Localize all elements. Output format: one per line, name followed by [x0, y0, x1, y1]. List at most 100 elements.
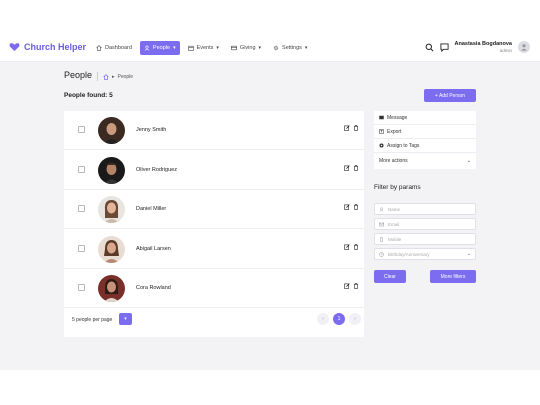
email-filter-input[interactable]: Email: [374, 218, 476, 230]
main-nav: Dashboard People ▾ Events ▾ Giving ▾ Set…: [92, 41, 311, 55]
nav-people[interactable]: People ▾: [139, 41, 180, 55]
edit-icon[interactable]: [344, 283, 350, 289]
clear-filters-button[interactable]: Clear: [374, 270, 406, 283]
clock-icon: [379, 251, 384, 257]
placeholder-text: Mobile: [388, 236, 402, 242]
trash-icon[interactable]: [353, 125, 359, 131]
gear-icon: [273, 45, 279, 51]
trash-icon[interactable]: [353, 164, 359, 171]
edit-icon[interactable]: [344, 204, 350, 210]
prev-page-button[interactable]: ‹: [317, 313, 329, 325]
row-checkbox[interactable]: [78, 205, 85, 212]
user-name: Anastasia Bogdanova: [454, 41, 512, 47]
table-row[interactable]: Jenny Smith: [64, 111, 364, 150]
person-name[interactable]: Oliver Rodriguez: [136, 167, 177, 173]
avatar: [98, 275, 125, 302]
nav-label: People: [152, 45, 171, 51]
chevron-down-icon: ⌄: [466, 251, 471, 257]
avatar: [98, 117, 125, 144]
person-name[interactable]: Daniel Miller: [136, 206, 166, 212]
person-name[interactable]: Cora Rowland: [136, 285, 171, 291]
nav-label: Dashboard: [105, 45, 132, 51]
row-actions: [344, 164, 359, 171]
mobile-filter-input[interactable]: Mobile: [374, 233, 476, 245]
home-icon: [96, 45, 102, 51]
message-icon: [379, 115, 384, 120]
nav-settings[interactable]: Settings ▾: [269, 41, 311, 55]
logo[interactable]: Church Helper: [9, 42, 86, 52]
top-right-area: Anastasia Bogdanova admin: [425, 41, 530, 53]
chat-icon[interactable]: [439, 42, 449, 52]
edit-icon[interactable]: [344, 164, 350, 171]
birthday-filter-select[interactable]: Birthday/Anniversary ⌄: [374, 248, 476, 260]
nav-label: Giving: [239, 45, 256, 51]
page-title: People: [64, 70, 93, 80]
pagination: ‹ 1 ›: [317, 313, 361, 325]
user-icon: [521, 44, 527, 51]
edit-icon[interactable]: [344, 243, 350, 250]
action-label: Assign to Tags: [387, 142, 420, 149]
user-role: admin: [499, 47, 512, 53]
table-row[interactable]: Daniel Miller: [64, 190, 364, 229]
chevron-down-icon: ▾: [173, 45, 176, 51]
bulk-actions-panel: Message Export Assign to Tags More actio…: [374, 111, 476, 169]
trash-icon[interactable]: [353, 243, 359, 250]
table-row[interactable]: Abigail Larsen: [64, 230, 364, 269]
nav-giving[interactable]: Giving ▾: [227, 41, 265, 55]
assign-tags-action[interactable]: Assign to Tags: [374, 139, 476, 153]
placeholder-text: Email: [388, 221, 400, 227]
person-name[interactable]: Abigail Larsen: [136, 246, 171, 252]
row-checkbox[interactable]: [78, 165, 85, 173]
breadcrumb-separator: ▸: [112, 73, 115, 80]
action-label: Export: [387, 128, 402, 135]
nav-label: Events: [196, 45, 214, 51]
row-actions: [344, 243, 359, 250]
row-checkbox[interactable]: [78, 126, 85, 133]
chevron-down-icon: ▾: [304, 45, 308, 51]
person-name[interactable]: Jenny Smith: [136, 127, 166, 133]
app-name: Church Helper: [24, 42, 87, 52]
chevron-down-icon: ▾: [258, 45, 262, 51]
add-person-button[interactable]: + Add Person: [424, 89, 476, 102]
phone-icon: [380, 236, 383, 242]
nav-events[interactable]: Events ▾: [184, 41, 223, 55]
search-icon[interactable]: [425, 43, 434, 52]
user-info[interactable]: Anastasia Bogdanova admin: [455, 41, 512, 53]
row-actions: [344, 125, 359, 131]
user-icon: [379, 207, 384, 212]
top-bar: Church Helper Dashboard People ▾ Events …: [0, 34, 540, 62]
placeholder-text: Name: [388, 206, 401, 212]
avatar[interactable]: [518, 41, 530, 53]
next-page-button[interactable]: ›: [349, 313, 361, 325]
user-icon: [144, 45, 150, 51]
tag-icon: [379, 143, 384, 148]
avatar: [98, 235, 125, 263]
export-action[interactable]: Export: [374, 125, 476, 139]
card-icon: [230, 45, 237, 51]
row-checkbox[interactable]: [78, 244, 85, 252]
home-icon[interactable]: [103, 73, 109, 80]
per-page-dropdown[interactable]: ▾: [119, 313, 132, 325]
row-actions: [344, 204, 359, 210]
nav-dashboard[interactable]: Dashboard: [92, 41, 136, 55]
table-row[interactable]: Oliver Rodriguez: [64, 151, 364, 190]
chevron-down-icon: ▾: [216, 45, 219, 51]
chevron-down-icon: ▾: [124, 316, 127, 322]
trash-icon[interactable]: [353, 204, 359, 210]
chevron-down-icon: ⌄: [466, 158, 471, 164]
name-filter-input[interactable]: Name: [374, 203, 476, 215]
edit-icon[interactable]: [344, 125, 350, 131]
more-actions-dropdown[interactable]: More actions ⌄: [374, 153, 476, 169]
more-filters-button[interactable]: More filters: [430, 270, 476, 283]
breadcrumb: ▸ People: [97, 72, 133, 81]
page-button-current[interactable]: 1: [333, 313, 345, 325]
row-checkbox[interactable]: [78, 284, 85, 291]
table-row[interactable]: Cora Rowland: [64, 269, 364, 308]
list-footer: 5 people per page ▾ ‹ 1 ›: [64, 307, 364, 337]
trash-icon[interactable]: [353, 283, 359, 289]
action-label: More actions: [379, 158, 408, 164]
calendar-icon: [187, 45, 194, 51]
per-page-label: 5 people per page: [72, 317, 113, 323]
people-found-count: People found: 5: [64, 92, 113, 99]
message-action[interactable]: Message: [374, 111, 476, 125]
